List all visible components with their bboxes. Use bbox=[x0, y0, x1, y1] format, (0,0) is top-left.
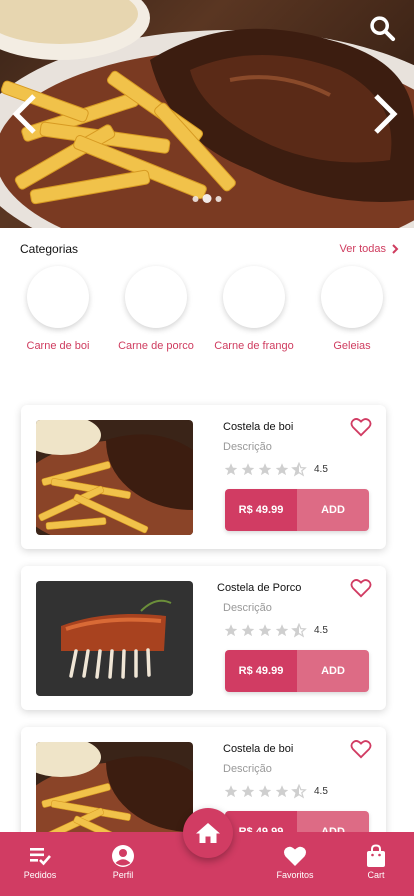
rating-stars: 4.5 bbox=[223, 784, 328, 799]
product-image bbox=[36, 581, 193, 696]
category-item[interactable]: Geleias bbox=[302, 266, 402, 352]
heart-icon[interactable] bbox=[350, 578, 372, 598]
rating-value: 4.5 bbox=[314, 625, 328, 636]
star-half-icon bbox=[291, 462, 307, 477]
rating-stars: 4.5 bbox=[223, 623, 328, 638]
categories-title: Categorias bbox=[20, 242, 79, 256]
add-to-cart-button[interactable]: ADD bbox=[297, 489, 369, 531]
profile-icon bbox=[112, 845, 134, 867]
star-icon bbox=[241, 785, 255, 798]
nav-favorites-label: Favoritos bbox=[276, 870, 314, 880]
see-all-label: Ver todas bbox=[339, 243, 386, 255]
product-image bbox=[36, 420, 193, 535]
star-icon bbox=[224, 463, 238, 476]
category-item[interactable]: Carne de boi bbox=[8, 266, 108, 352]
heart-icon[interactable] bbox=[350, 739, 372, 759]
star-half-icon bbox=[291, 784, 307, 799]
nav-profile[interactable]: Perfil bbox=[93, 844, 153, 880]
carousel-dot-active[interactable] bbox=[202, 194, 212, 203]
add-to-cart-button[interactable]: ADD bbox=[297, 650, 369, 692]
product-name: Costela de Porco bbox=[217, 582, 302, 594]
buy-control: R$ 49.99 ADD bbox=[225, 489, 369, 531]
shopping-bag-icon bbox=[367, 844, 385, 867]
category-image bbox=[125, 266, 187, 328]
star-icon bbox=[224, 785, 238, 798]
star-icon bbox=[241, 624, 255, 637]
search-icon[interactable] bbox=[368, 14, 396, 42]
category-item[interactable]: Carne de porco bbox=[106, 266, 206, 352]
star-half-icon bbox=[291, 623, 307, 638]
rating-stars: 4.5 bbox=[223, 462, 328, 477]
orders-list-icon bbox=[30, 848, 51, 866]
nav-cart[interactable]: Cart bbox=[346, 844, 406, 880]
home-icon bbox=[196, 823, 220, 843]
see-all-link[interactable]: Ver todas bbox=[340, 243, 400, 255]
product-card[interactable]: Costela de boi Descrição 4.5 R$ 49.99 AD… bbox=[21, 405, 386, 549]
star-icon bbox=[258, 624, 272, 637]
category-image bbox=[321, 266, 383, 328]
nav-orders-label: Pedidos bbox=[23, 870, 57, 880]
nav-cart-label: Cart bbox=[367, 870, 385, 880]
chevron-right-icon[interactable] bbox=[370, 92, 400, 136]
star-icon bbox=[258, 785, 272, 798]
product-price: R$ 49.99 bbox=[225, 489, 297, 531]
heart-filled-icon bbox=[284, 846, 306, 866]
heart-icon[interactable] bbox=[350, 417, 372, 437]
product-description: Descrição bbox=[223, 602, 272, 614]
rating-value: 4.5 bbox=[314, 464, 328, 475]
product-name: Costela de boi bbox=[223, 743, 294, 755]
carousel-indicator bbox=[192, 194, 222, 203]
category-label: Carne de frango bbox=[214, 340, 294, 352]
nav-profile-label: Perfil bbox=[112, 870, 134, 880]
carousel-dot[interactable] bbox=[192, 195, 199, 202]
rating-value: 4.5 bbox=[314, 786, 328, 797]
product-description: Descrição bbox=[223, 441, 272, 453]
star-icon bbox=[241, 463, 255, 476]
categories-header: Categorias Ver todas bbox=[20, 240, 400, 258]
category-image bbox=[27, 266, 89, 328]
category-label: Geleias bbox=[333, 340, 371, 352]
nav-favorites[interactable]: Favoritos bbox=[265, 844, 325, 880]
star-icon bbox=[275, 463, 289, 476]
star-icon bbox=[258, 463, 272, 476]
product-description: Descrição bbox=[223, 763, 272, 775]
chevron-right-icon bbox=[392, 244, 399, 254]
star-icon bbox=[275, 624, 289, 637]
category-item[interactable]: Carne de frango bbox=[204, 266, 304, 352]
category-image bbox=[223, 266, 285, 328]
buy-control: R$ 49.99 ADD bbox=[225, 650, 369, 692]
hero-banner bbox=[0, 0, 414, 228]
category-label: Carne de boi bbox=[26, 340, 90, 352]
categories-list: Carne de boi Carne de porco Carne de fra… bbox=[0, 266, 414, 366]
product-name: Costela de boi bbox=[223, 421, 294, 433]
product-card[interactable]: Costela de Porco Descrição 4.5 R$ 49.99 … bbox=[21, 566, 386, 710]
category-label: Carne de porco bbox=[118, 340, 194, 352]
carousel-dot[interactable] bbox=[215, 195, 222, 202]
star-icon bbox=[275, 785, 289, 798]
product-price: R$ 49.99 bbox=[225, 650, 297, 692]
home-button[interactable] bbox=[183, 808, 233, 858]
nav-orders[interactable]: Pedidos bbox=[10, 844, 70, 880]
chevron-left-icon[interactable] bbox=[10, 92, 40, 136]
star-icon bbox=[224, 624, 238, 637]
